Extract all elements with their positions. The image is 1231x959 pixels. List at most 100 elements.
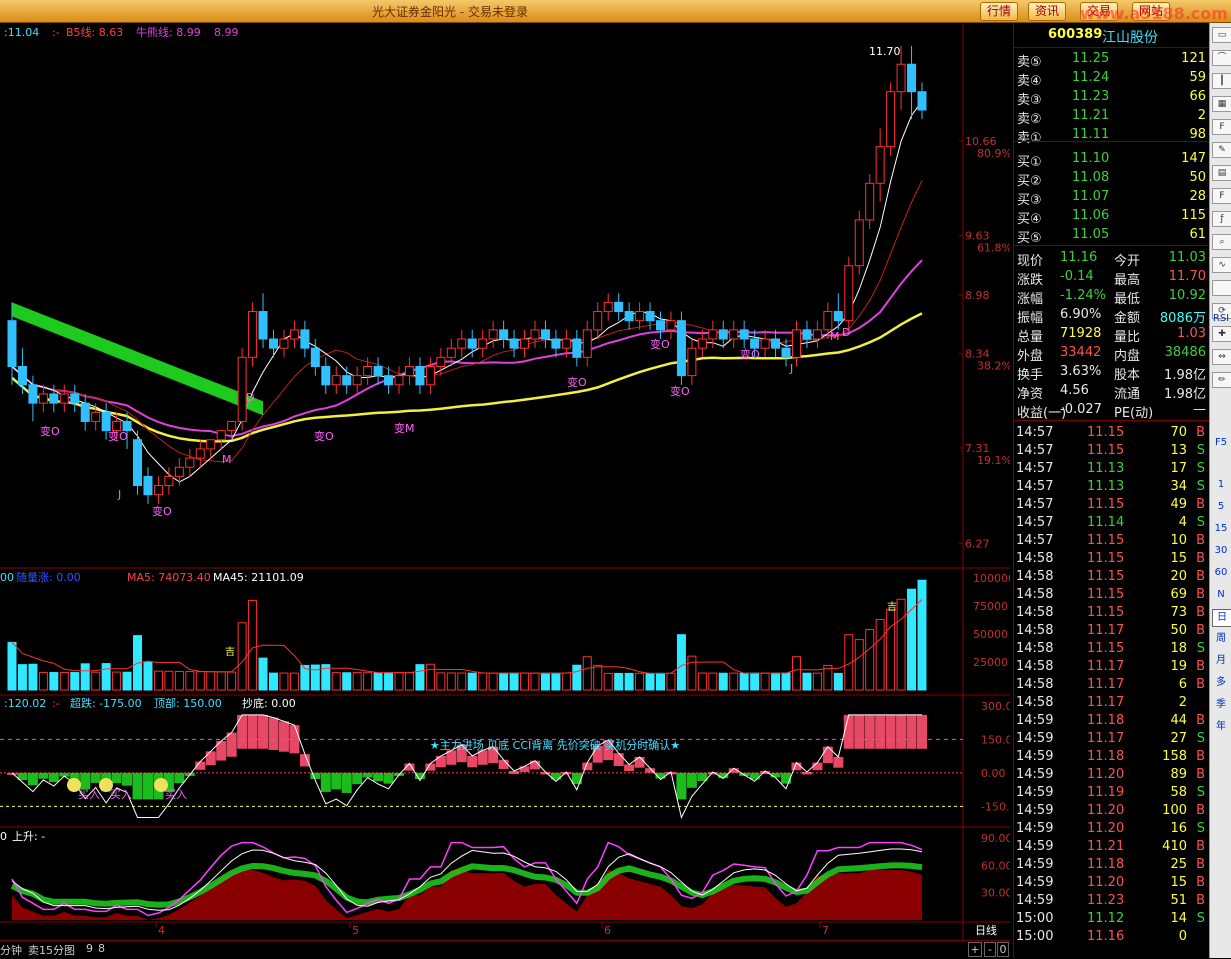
candle-body bbox=[59, 393, 69, 404]
chart-area[interactable]: 10.6680.9%9.6361.8%8.988.3438.2%7.3119.1… bbox=[0, 23, 1010, 940]
volume-bar bbox=[886, 608, 896, 691]
bid-label: 买⑤ bbox=[1017, 231, 1042, 246]
tick-volume: 25 bbox=[1170, 857, 1187, 872]
tick-time: 14:57 bbox=[1016, 515, 1054, 530]
zoom-in-button[interactable]: + bbox=[968, 942, 982, 957]
tick-price: 11.19 bbox=[1087, 785, 1125, 800]
candle-body bbox=[352, 375, 362, 386]
f10-icon[interactable]: F bbox=[1212, 119, 1231, 135]
period-月[interactable]: 月 bbox=[1212, 653, 1230, 669]
zoom-reset-button[interactable]: 0 bbox=[997, 942, 1009, 957]
stat-value: 1.03 bbox=[1177, 326, 1206, 341]
tick-time: 14:59 bbox=[1016, 875, 1054, 890]
zoom-out-button[interactable]: - bbox=[984, 942, 996, 957]
vol-legend-0: 00 bbox=[0, 571, 14, 584]
period-30[interactable]: 30 bbox=[1212, 543, 1230, 559]
candle-body bbox=[143, 475, 153, 496]
tick-time: 14:59 bbox=[1016, 821, 1054, 836]
cci-tick-label: -150.0 bbox=[981, 800, 1010, 813]
volume-bar bbox=[530, 672, 540, 691]
volume-bar bbox=[153, 670, 163, 691]
period-5[interactable]: 5 bbox=[1212, 499, 1230, 515]
candle-body bbox=[760, 338, 770, 349]
bottom-item-minute[interactable]: 分钟 bbox=[0, 942, 22, 958]
tab-quotes[interactable]: 行情 bbox=[980, 2, 1019, 21]
tick-volume: 17 bbox=[1170, 461, 1187, 476]
wave-icon[interactable]: ∿ bbox=[1212, 257, 1231, 273]
bottom-item-8[interactable]: 8 bbox=[98, 942, 105, 955]
doc-icon[interactable]: ▤ bbox=[1212, 165, 1231, 181]
window-icon[interactable]: ▭ bbox=[1212, 27, 1231, 43]
tick-price: 11.15 bbox=[1087, 587, 1125, 602]
ma-red bbox=[11, 180, 923, 463]
ask-label: 卖① bbox=[1017, 131, 1042, 146]
cci-bar bbox=[781, 772, 792, 784]
tab-news[interactable]: 资讯 bbox=[1028, 2, 1067, 21]
candlestick-icon[interactable]: ┃ bbox=[1212, 73, 1231, 89]
bottom-item-15min[interactable]: 卖15分图 bbox=[28, 942, 75, 958]
ask-volume: 121 bbox=[1181, 51, 1206, 66]
tick-row: 14:58 11.17 2 bbox=[1014, 694, 1209, 712]
period-1[interactable]: 1 bbox=[1212, 477, 1230, 493]
cross-icon[interactable]: ✚ bbox=[1212, 326, 1231, 342]
period-年[interactable]: 年 bbox=[1212, 719, 1230, 735]
stat-row: 净资 4.56 流通 1.98亿 bbox=[1014, 382, 1209, 402]
fx-icon[interactable]: ƒ bbox=[1212, 211, 1231, 227]
cci-tick-label: 0.00 bbox=[981, 767, 1006, 780]
tick-time: 14:58 bbox=[1016, 641, 1054, 656]
period-N[interactable]: N bbox=[1212, 587, 1230, 603]
signal-marker: D bbox=[842, 326, 850, 339]
ask-label: 卖③ bbox=[1017, 93, 1042, 108]
tick-row: 14:59 11.18 25 B bbox=[1014, 856, 1209, 874]
candle-body bbox=[91, 411, 101, 422]
f12-icon[interactable]: F bbox=[1212, 188, 1231, 204]
grid-icon[interactable]: ▦ bbox=[1212, 96, 1231, 112]
tick-price: 11.14 bbox=[1087, 515, 1125, 530]
candle-body bbox=[614, 301, 624, 313]
cci-bar bbox=[289, 725, 300, 754]
cci-bar bbox=[80, 772, 91, 790]
cci-bar bbox=[498, 759, 509, 769]
pencil-icon[interactable]: ✏ bbox=[1212, 372, 1231, 388]
period-60[interactable]: 60 bbox=[1212, 565, 1230, 581]
note-icon[interactable]: ✎ bbox=[1212, 142, 1231, 158]
vol-tick-label: 100000 bbox=[973, 572, 1010, 585]
bid-row: 买① 11.10 147 bbox=[1014, 150, 1209, 170]
period-RSI[interactable]: RSI bbox=[1212, 311, 1230, 327]
line-chart-icon[interactable]: ⌒ bbox=[1212, 50, 1231, 66]
period-周[interactable]: 周 bbox=[1212, 631, 1230, 647]
tick-time: 14:58 bbox=[1016, 605, 1054, 620]
bottom-item-9[interactable]: 9 bbox=[86, 942, 93, 955]
cci-legend-top: 顶部: 150.00 bbox=[154, 696, 222, 710]
candle-body bbox=[342, 375, 352, 386]
candle-body bbox=[708, 329, 718, 340]
period-日[interactable]: 日 bbox=[1212, 609, 1231, 627]
tick-side: B bbox=[1196, 677, 1205, 692]
candle-body bbox=[833, 311, 843, 322]
stat-value: 3.63% bbox=[1060, 364, 1102, 379]
volume-bar bbox=[907, 588, 917, 691]
period-季[interactable]: 季 bbox=[1212, 697, 1230, 713]
tick-side: B bbox=[1196, 587, 1205, 602]
ask-row: 卖③ 11.23 66 bbox=[1014, 88, 1209, 108]
stat-label: 涨幅 bbox=[1017, 292, 1044, 307]
volume-bar bbox=[593, 664, 603, 691]
kdj-tick-label: 60.00 bbox=[981, 859, 1010, 872]
period-F5[interactable]: F5 bbox=[1212, 435, 1230, 451]
move-icon[interactable]: ⇔ bbox=[1212, 349, 1231, 365]
stat-value: 38486 bbox=[1164, 345, 1206, 360]
tick-row: 14:57 11.15 70 B bbox=[1014, 424, 1209, 442]
tick-side: S bbox=[1196, 785, 1205, 800]
rsi-icon[interactable] bbox=[1212, 280, 1231, 296]
volume-bar bbox=[164, 670, 174, 691]
period-15[interactable]: 15 bbox=[1212, 521, 1230, 537]
search-icon[interactable]: ⌕ bbox=[1212, 234, 1231, 250]
stat-label: 外盘 bbox=[1017, 349, 1044, 364]
stat-label: 金额 bbox=[1114, 311, 1141, 326]
volume-bar bbox=[101, 663, 111, 691]
volume-bar bbox=[865, 629, 875, 691]
tick-price: 11.18 bbox=[1087, 713, 1125, 728]
tick-side: B bbox=[1196, 497, 1205, 512]
tick-side: S bbox=[1196, 641, 1205, 656]
period-多[interactable]: 多 bbox=[1212, 675, 1230, 691]
